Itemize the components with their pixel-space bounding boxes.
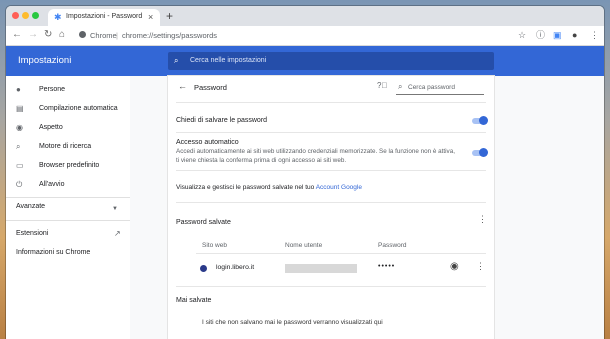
divider	[176, 286, 486, 287]
manage-text: Visualizza e gestisci le password salvat…	[176, 184, 316, 191]
menu-icon[interactable]: ⋮	[590, 29, 599, 41]
sidebar-item-label: Motore di ricerca	[39, 143, 92, 150]
sidebar-about-label: Informazioni su Chrome	[16, 249, 91, 256]
external-link-icon: ↗	[114, 229, 121, 238]
table-row: login.libero.it ••••• ◉ ⋮	[168, 256, 494, 278]
passwords-title: Password	[194, 83, 227, 92]
auto-signin-title: Accesso automatico	[176, 139, 239, 146]
username-redacted	[285, 264, 357, 273]
sidebar-extensions[interactable]: Estensioni ↗	[16, 228, 126, 242]
page-title: Impostazioni	[18, 55, 72, 66]
sidebar-item-label: Browser predefinito	[39, 162, 100, 169]
dropdown-icon: ▼	[112, 206, 118, 212]
google-account-link[interactable]: Account Google	[316, 184, 362, 191]
offer-save-label: Chiedi di salvare le password	[176, 117, 268, 124]
settings-header: Impostazioni ⌕ Cerca nelle impostazioni	[6, 46, 604, 76]
gear-icon: ✱	[54, 12, 62, 22]
palette-icon: ◉	[16, 123, 23, 132]
column-header-username: Nome utente	[285, 242, 323, 249]
new-tab-button[interactable]: +	[166, 9, 173, 23]
extension-icon[interactable]: ▣	[553, 29, 562, 41]
browser-toolbar: ← → ↻ ⌂ Chrome | chrome://settings/passw…	[6, 26, 604, 46]
home-icon[interactable]: ⌂	[59, 29, 65, 41]
settings-search-input[interactable]: ⌕ Cerca nelle impostazioni	[168, 52, 494, 70]
forward-icon[interactable]: →	[28, 29, 38, 41]
never-saved-title: Mai salvate	[176, 297, 212, 304]
omnibox-url: chrome://settings/passwords	[122, 31, 218, 40]
profile-avatar-icon[interactable]: ●	[572, 29, 577, 41]
omnibox-origin: Chrome	[90, 31, 117, 40]
minimize-window-button[interactable]	[22, 12, 29, 19]
divider	[176, 132, 486, 133]
back-arrow-icon[interactable]: ←	[178, 81, 187, 91]
sidebar-item-label: Aspetto	[39, 124, 63, 131]
site-favicon-icon	[200, 265, 207, 272]
person-icon: ●	[16, 85, 21, 94]
sidebar: ● Persone ▤ Compilazione automatica ◉ As…	[6, 76, 130, 339]
search-icon: ⌕	[174, 56, 179, 65]
divider	[176, 202, 486, 203]
autofill-icon: ▤	[16, 104, 24, 113]
power-icon: ⏻	[16, 180, 23, 189]
more-actions-icon[interactable]: ⋮	[478, 214, 487, 225]
sidebar-item-label: All'avvio	[39, 181, 65, 188]
divider	[176, 170, 486, 171]
show-password-eye-icon[interactable]: ◉	[450, 261, 459, 272]
offer-save-toggle[interactable]	[472, 116, 488, 125]
sidebar-advanced-label: Avanzate	[16, 203, 46, 210]
never-saved-description: I siti che non salvano mai le password v…	[202, 319, 383, 326]
divider	[176, 102, 486, 103]
search-icon: ⌕	[398, 82, 403, 91]
chrome-icon	[79, 31, 86, 38]
search-icon: ⌕	[16, 142, 21, 151]
auto-signin-description: Accedi automaticamente ai siti web utili…	[176, 148, 455, 155]
help-icon[interactable]: ?⃝	[377, 81, 387, 90]
tab-title: Impostazioni - Password	[66, 13, 143, 20]
sidebar-divider	[6, 197, 130, 198]
saved-passwords-title: Password salvate	[176, 219, 231, 226]
info-icon[interactable]: ⓘ	[536, 29, 545, 41]
omnibox-separator: |	[116, 31, 118, 40]
browser-window: ✱ Impostazioni - Password × + ← → ↻ ⌂ Ch…	[6, 6, 604, 339]
title-bar: ✱ Impostazioni - Password × +	[6, 6, 604, 26]
tab-settings[interactable]: ✱ Impostazioni - Password ×	[48, 9, 160, 26]
auto-signin-description-2: ti viene chiesta la conferma prima di og…	[176, 157, 347, 164]
column-header-site: Sito web	[202, 242, 227, 249]
saved-site[interactable]: login.libero.it	[216, 264, 254, 271]
password-search-placeholder: Cerca password	[408, 84, 455, 91]
sidebar-advanced[interactable]: Avanzate ▼	[16, 201, 120, 215]
column-header-password: Password	[378, 242, 407, 249]
close-window-button[interactable]	[12, 12, 19, 19]
search-placeholder: Cerca nelle impostazioni	[190, 57, 267, 64]
back-icon[interactable]: ←	[12, 29, 22, 41]
sidebar-item-label: Persone	[39, 86, 66, 93]
manage-passwords-text: Visualizza e gestisci le password salvat…	[176, 184, 362, 191]
tab-close-icon[interactable]: ×	[148, 12, 153, 22]
auto-signin-toggle[interactable]	[472, 148, 488, 157]
reload-icon[interactable]: ↻	[44, 29, 52, 41]
sidebar-item-label: Compilazione automatica	[39, 105, 118, 112]
divider	[196, 253, 486, 254]
maximize-window-button[interactable]	[32, 12, 39, 19]
sidebar-extensions-label: Estensioni	[16, 230, 49, 237]
password-search-input[interactable]: ⌕ Cerca password	[396, 82, 484, 95]
passwords-panel: ← Password ?⃝ ⌕ Cerca password Chiedi di…	[168, 76, 494, 339]
password-dots: •••••	[378, 263, 396, 270]
address-bar[interactable]: Chrome | chrome://settings/passwords	[74, 28, 508, 43]
bookmark-star-icon[interactable]: ☆	[518, 29, 526, 41]
row-more-actions-icon[interactable]: ⋮	[476, 261, 485, 272]
sidebar-divider	[6, 220, 130, 221]
browser-icon: ▭	[16, 161, 24, 170]
